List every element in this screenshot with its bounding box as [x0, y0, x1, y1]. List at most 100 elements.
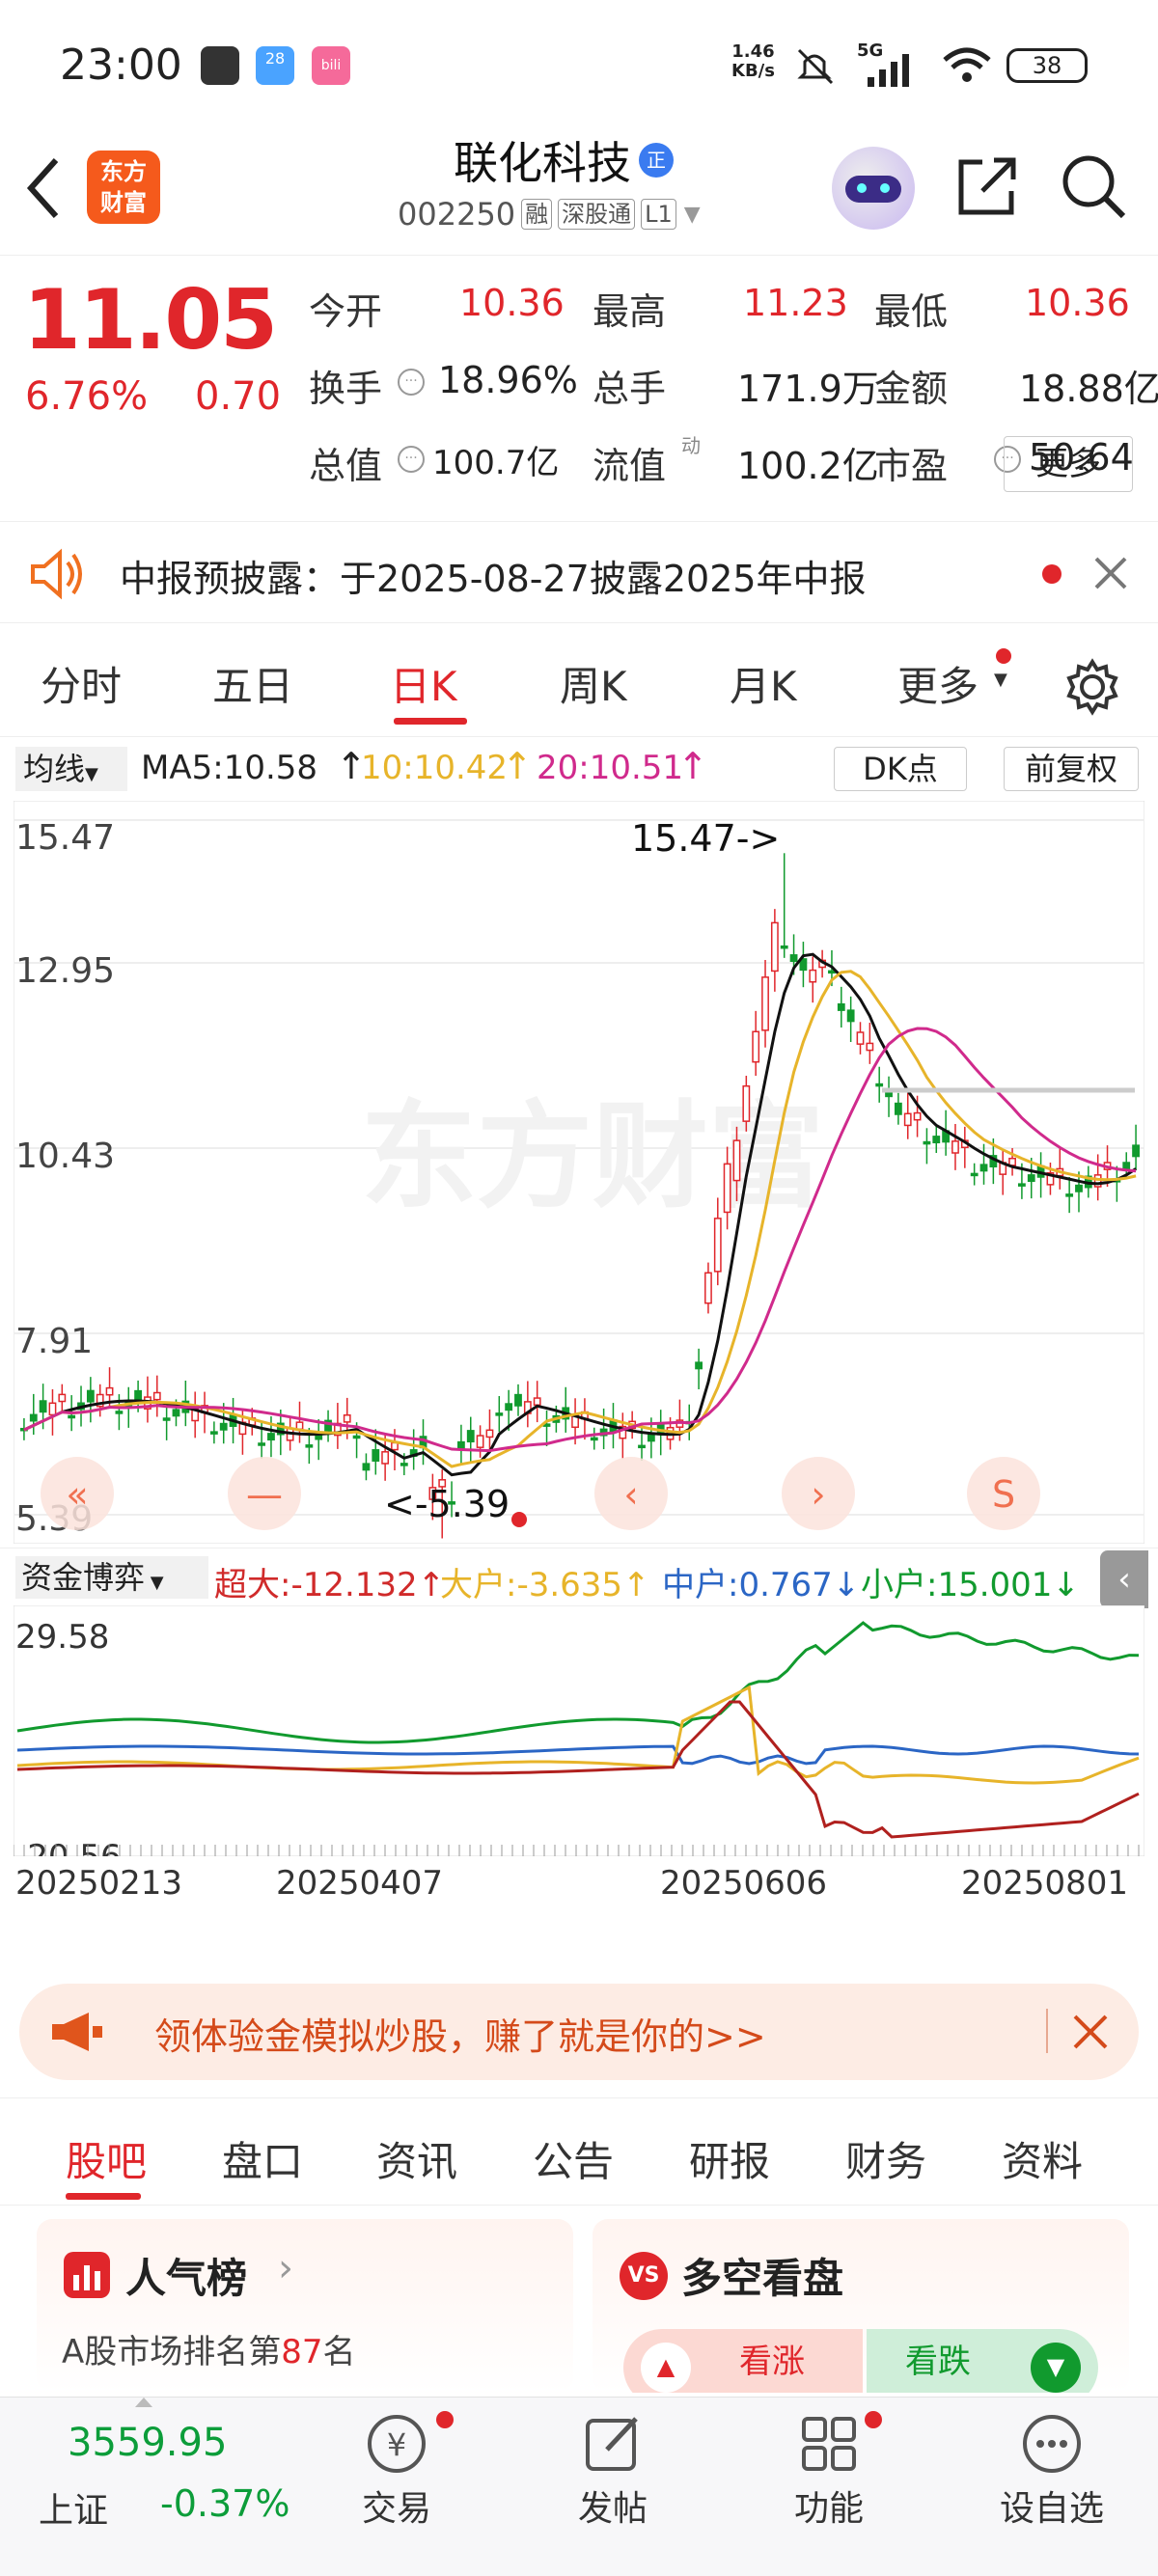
large-flow: 大户:-3.635↑ — [440, 1566, 650, 1604]
close-icon[interactable] — [1092, 555, 1129, 591]
y-tick-label: 12.95 — [15, 951, 115, 991]
candle-body — [400, 1463, 408, 1466]
ma-selector[interactable]: 均线▼ — [15, 747, 127, 791]
info-dots-icon[interactable]: ··· — [398, 446, 425, 473]
info-dots-icon[interactable]: ··· — [398, 369, 425, 396]
svg-text:›: › — [811, 1473, 825, 1516]
low-marker-dot — [511, 1512, 527, 1527]
zoom-out-icon[interactable]: — — [228, 1457, 301, 1530]
stock-badges: 融深股通 L1 — [515, 199, 676, 230]
y-tick-label: 7.91 — [15, 1322, 93, 1361]
svg-text:S: S — [992, 1473, 1015, 1516]
fund-selector-label: 资金博弈 — [21, 1559, 146, 1596]
rewind-icon[interactable]: « — [41, 1457, 114, 1530]
quote-value-3: 10.36 — [1025, 282, 1130, 324]
features-tab[interactable]: 功能 — [786, 2411, 882, 2556]
notice-text: 中报预披露：于2025-08-27披露2025年中报 — [120, 558, 867, 600]
bear-button[interactable]: 看跌 ▼ — [867, 2329, 1098, 2393]
vs-icon: VS — [620, 2252, 668, 2300]
bull-bear-card[interactable]: VS 多空看盘 ▲ 看涨 看跌 ▼ — [593, 2219, 1129, 2393]
candle-body — [789, 954, 798, 963]
content-tab-7[interactable]: 资料 — [1002, 2129, 1083, 2188]
chart-tab-4[interactable]: 周K — [560, 654, 627, 713]
rank-number: 87 — [281, 2333, 323, 2371]
content-tab-6[interactable]: 财务 — [845, 2129, 926, 2188]
signal-icon[interactable]: S — [967, 1457, 1040, 1530]
close-icon[interactable] — [1071, 2013, 1110, 2051]
bull-bear-title: 多空看盘 — [681, 2255, 844, 2302]
adjust-button[interactable]: 前复权 — [1004, 747, 1139, 791]
fund-flow-chart[interactable]: 29.58 -20.56 — [14, 1605, 1144, 1856]
trade-tab[interactable]: ¥ 交易 — [353, 2411, 454, 2556]
collapse-arrow-icon[interactable]: ‹ — [1100, 1550, 1148, 1608]
candle-body — [1065, 1193, 1074, 1197]
candle-body — [267, 1433, 275, 1441]
speaker-icon — [31, 548, 82, 600]
expand-caret-icon[interactable] — [135, 2398, 152, 2407]
high-annotation: 15.47-> — [631, 817, 780, 860]
add-watchlist-tab[interactable]: 设自选 — [994, 2411, 1110, 2556]
candle-body — [903, 1112, 912, 1127]
chart-tab-3[interactable]: 日K — [390, 654, 457, 713]
candle-body — [152, 1391, 161, 1401]
weather-notification-icon: 28 — [256, 46, 294, 85]
brand-logo[interactable]: 东方 财富 — [87, 151, 160, 224]
post-tab[interactable]: 发帖 — [569, 2411, 656, 2556]
share-icon[interactable] — [953, 152, 1021, 220]
candle-body — [505, 1403, 513, 1411]
chevron-down-icon[interactable]: ▼ — [684, 203, 701, 227]
content-tab-3[interactable]: 资讯 — [376, 2129, 457, 2188]
index-value[interactable]: 3559.95 — [68, 2421, 227, 2465]
popularity-title: 人气榜 — [125, 2255, 248, 2302]
index-pct: -0.37% — [160, 2482, 290, 2525]
candle-body — [352, 1435, 361, 1439]
ma5-value: MA5:10.58 — [141, 749, 318, 787]
quote-label-9: 市盈 — [874, 445, 949, 487]
compose-icon — [586, 2417, 638, 2471]
back-arrow-icon[interactable] — [25, 156, 64, 220]
bull-button[interactable]: ▲ 看涨 — [623, 2329, 863, 2393]
candle-body — [894, 1102, 902, 1115]
y-tick-label: 15.47 — [15, 818, 115, 858]
chart-tab-2[interactable]: 五日 — [212, 654, 293, 713]
date-tick-2: 20250407 — [276, 1864, 444, 1903]
dk-point-button[interactable]: DK点 — [834, 747, 967, 791]
fund-selector[interactable]: 资金博弈 ▼ — [15, 1556, 208, 1599]
bili-badge: bili — [320, 58, 342, 73]
candle-body — [29, 1413, 38, 1422]
popularity-card[interactable]: 人气榜 › A股市场排名第87名 — [37, 2219, 573, 2393]
content-tab-2[interactable]: 盘口 — [222, 2129, 303, 2188]
settings-gear-icon[interactable] — [1063, 658, 1121, 716]
ma-selector-label: 均线 — [23, 751, 86, 787]
content-tab-4[interactable]: 公告 — [533, 2129, 614, 2188]
promo-text: 领体验金模拟炒股，赚了就是你的>> — [154, 2015, 766, 2058]
candle-body — [1027, 1174, 1035, 1183]
candlestick-chart[interactable]: 东方财富15.4712.9510.437.915.3915.47-><-5.39… — [14, 801, 1144, 1544]
more-dots-icon — [1023, 2415, 1081, 2473]
stock-badge: 融 — [521, 199, 553, 230]
promo-banner[interactable]: 领体验金模拟炒股，赚了就是你的>> — [19, 1984, 1139, 2080]
candle-body — [105, 1386, 114, 1396]
promo-divider — [1046, 2009, 1048, 2053]
notice-bar[interactable]: 中报预披露：于2025-08-27披露2025年中报 — [0, 521, 1158, 623]
next-icon[interactable]: › — [782, 1457, 855, 1530]
quote-label-7: 总值 — [309, 445, 383, 487]
candle-body — [828, 970, 836, 974]
rank-text: A股市场排名第87名 — [62, 2325, 356, 2372]
content-tab-5[interactable]: 研报 — [689, 2129, 770, 2188]
quote-label-3: 最低 — [874, 290, 949, 333]
ai-assistant-icon[interactable] — [832, 147, 915, 230]
mute-icon — [797, 48, 834, 85]
chart-tab-6[interactable]: 更多 — [897, 654, 979, 713]
candle-body — [476, 1435, 484, 1448]
prev-icon[interactable]: ‹ — [594, 1457, 668, 1530]
content-tab-1[interactable]: 股吧 — [66, 2129, 147, 2188]
index-name: 上证 — [39, 2491, 109, 2531]
candle-body — [39, 1400, 47, 1413]
chart-tab-1[interactable]: 分时 — [41, 654, 122, 713]
more-button[interactable]: 更多 — [1004, 436, 1133, 492]
quote-value-7: 100.7亿 — [432, 444, 560, 482]
search-icon[interactable] — [1060, 152, 1127, 220]
y-tick-label: 10.43 — [15, 1137, 115, 1176]
chart-tab-5[interactable]: 月K — [730, 654, 797, 713]
